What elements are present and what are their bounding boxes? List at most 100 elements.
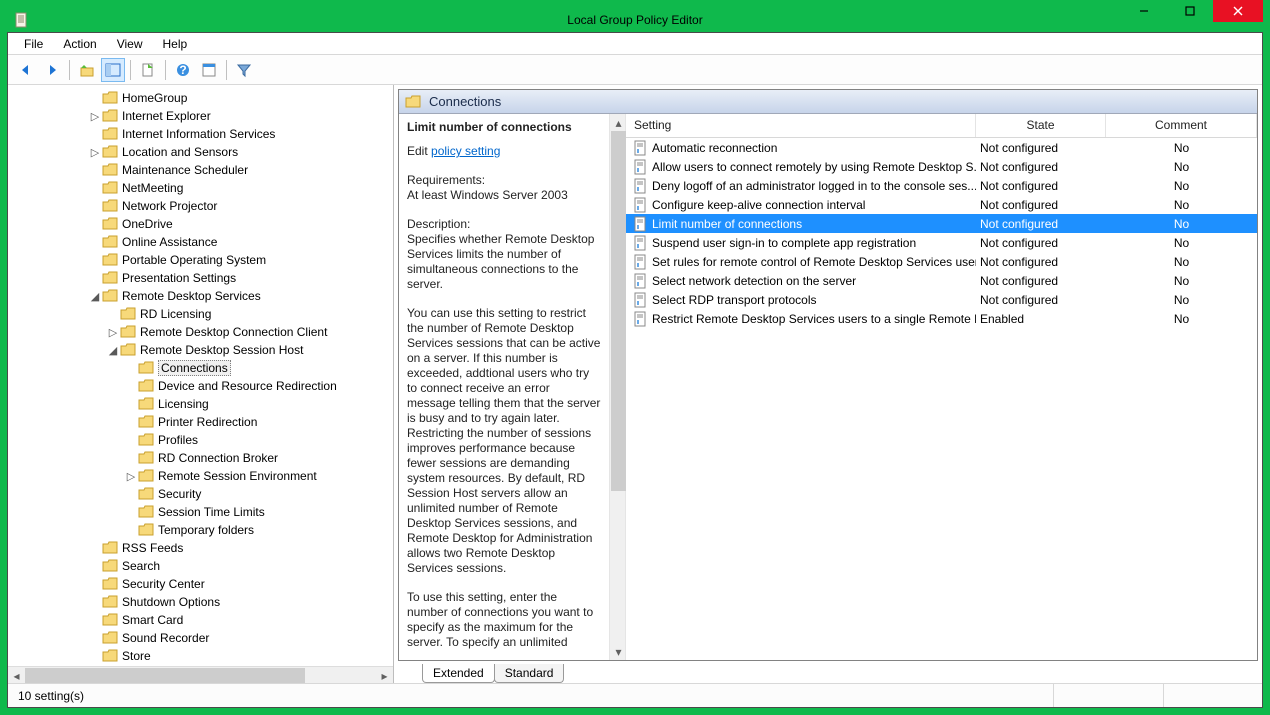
- folder-icon: [138, 361, 154, 375]
- tree-item[interactable]: Security Center: [12, 575, 393, 593]
- tree-item[interactable]: Security: [12, 485, 393, 503]
- tree-item[interactable]: ◢Remote Desktop Session Host: [12, 341, 393, 359]
- tree-item[interactable]: Store: [12, 647, 393, 665]
- tree-item[interactable]: HomeGroup: [12, 89, 393, 107]
- tree-item[interactable]: Connections: [12, 359, 393, 377]
- edit-policy-link[interactable]: policy setting: [431, 144, 500, 158]
- menu-action[interactable]: Action: [53, 35, 106, 53]
- expand-icon[interactable]: ▷: [88, 110, 102, 123]
- tree-item[interactable]: NetMeeting: [12, 179, 393, 197]
- tree-item[interactable]: RD Licensing: [12, 305, 393, 323]
- tree-item-label: Store: [122, 649, 151, 663]
- export-button[interactable]: [136, 58, 160, 82]
- tree-item[interactable]: Presentation Settings: [12, 269, 393, 287]
- tree-item[interactable]: Shutdown Options: [12, 593, 393, 611]
- tree-item[interactable]: RSS Feeds: [12, 539, 393, 557]
- tree-item[interactable]: Temporary folders: [12, 521, 393, 539]
- tab-standard[interactable]: Standard: [494, 664, 565, 683]
- setting-state: Not configured: [976, 274, 1106, 288]
- folder-icon: [120, 343, 136, 357]
- tree-item[interactable]: ▷Location and Sensors: [12, 143, 393, 161]
- list-row[interactable]: Set rules for remote control of Remote D…: [626, 252, 1257, 271]
- tree-item[interactable]: ▷Internet Explorer: [12, 107, 393, 125]
- tree-item[interactable]: Sound Recorder: [12, 629, 393, 647]
- policy-icon: [632, 292, 648, 308]
- list-row[interactable]: Suspend user sign-in to complete app reg…: [626, 233, 1257, 252]
- folder-icon: [102, 127, 118, 141]
- expand-icon[interactable]: ◢: [88, 290, 102, 303]
- tree-item[interactable]: Online Assistance: [12, 233, 393, 251]
- tree-item[interactable]: Session Time Limits: [12, 503, 393, 521]
- tree-item[interactable]: Printer Redirection: [12, 413, 393, 431]
- tree-item-label: HomeGroup: [122, 91, 187, 105]
- list-row[interactable]: Restrict Remote Desktop Services users t…: [626, 309, 1257, 328]
- tree-item[interactable]: OneDrive: [12, 215, 393, 233]
- scroll-thumb[interactable]: [611, 131, 626, 491]
- tree-item-label: OneDrive: [122, 217, 173, 231]
- scroll-up-arrow[interactable]: ▴: [610, 114, 627, 131]
- menu-file[interactable]: File: [14, 35, 53, 53]
- tree-item-label: Search: [122, 559, 160, 573]
- tree-item-label: RD Connection Broker: [158, 451, 278, 465]
- tab-extended[interactable]: Extended: [422, 664, 495, 683]
- list-row[interactable]: Select RDP transport protocolsNot config…: [626, 290, 1257, 309]
- filter-button[interactable]: [232, 58, 256, 82]
- forward-button[interactable]: [40, 58, 64, 82]
- scroll-left-arrow[interactable]: ◂: [8, 667, 25, 684]
- vertical-scrollbar[interactable]: ▴ ▾: [609, 114, 626, 660]
- minimize-button[interactable]: [1121, 0, 1167, 22]
- expand-icon[interactable]: ▷: [124, 470, 138, 483]
- help-button[interactable]: ?: [171, 58, 195, 82]
- list-row[interactable]: Automatic reconnectionNot configuredNo: [626, 138, 1257, 157]
- setting-name: Deny logoff of an administrator logged i…: [652, 179, 976, 193]
- list-row[interactable]: Deny logoff of an administrator logged i…: [626, 176, 1257, 195]
- titlebar[interactable]: Local Group Policy Editor: [7, 7, 1263, 32]
- col-setting[interactable]: Setting: [626, 114, 976, 137]
- list-row[interactable]: Allow users to connect remotely by using…: [626, 157, 1257, 176]
- horizontal-scrollbar[interactable]: ◂ ▸: [8, 666, 393, 683]
- tree-item[interactable]: ▷Remote Session Environment: [12, 467, 393, 485]
- folder-icon: [102, 145, 118, 159]
- tree-item[interactable]: Network Projector: [12, 197, 393, 215]
- expand-icon[interactable]: ◢: [106, 344, 120, 357]
- expand-icon[interactable]: ▷: [88, 146, 102, 159]
- col-comment[interactable]: Comment: [1106, 114, 1257, 137]
- list-row[interactable]: Limit number of connectionsNot configure…: [626, 214, 1257, 233]
- tree-item[interactable]: Licensing: [12, 395, 393, 413]
- setting-comment: No: [1106, 255, 1257, 269]
- setting-comment: No: [1106, 274, 1257, 288]
- folder-icon: [138, 487, 154, 501]
- tree-item[interactable]: Device and Resource Redirection: [12, 377, 393, 395]
- tree-item[interactable]: Profiles: [12, 431, 393, 449]
- menu-help[interactable]: Help: [153, 35, 198, 53]
- tree-item[interactable]: ▷Remote Desktop Connection Client: [12, 323, 393, 341]
- menu-view[interactable]: View: [107, 35, 153, 53]
- app-window: Local Group Policy Editor File Action Vi…: [0, 0, 1270, 715]
- tree-item[interactable]: ◢Remote Desktop Services: [12, 287, 393, 305]
- expand-icon[interactable]: ▷: [106, 326, 120, 339]
- scroll-down-arrow[interactable]: ▾: [610, 643, 627, 660]
- scroll-thumb[interactable]: [25, 668, 305, 683]
- close-button[interactable]: [1213, 0, 1263, 22]
- properties-button[interactable]: [197, 58, 221, 82]
- tree[interactable]: HomeGroup ▷Internet ExplorerInternet Info…: [8, 85, 393, 666]
- scroll-right-arrow[interactable]: ▸: [376, 667, 393, 684]
- list-rows[interactable]: Automatic reconnectionNot configuredNoAl…: [626, 138, 1257, 660]
- tree-item[interactable]: RD Connection Broker: [12, 449, 393, 467]
- list-row[interactable]: Configure keep-alive connection interval…: [626, 195, 1257, 214]
- tree-item[interactable]: Maintenance Scheduler: [12, 161, 393, 179]
- status-bar: 10 setting(s): [8, 683, 1262, 707]
- up-button[interactable]: [75, 58, 99, 82]
- desc-text-2: You can use this setting to restrict the…: [407, 306, 601, 576]
- folder-icon: [120, 307, 136, 321]
- back-button[interactable]: [14, 58, 38, 82]
- col-state[interactable]: State: [976, 114, 1106, 137]
- maximize-button[interactable]: [1167, 0, 1213, 22]
- show-hide-tree-button[interactable]: [101, 58, 125, 82]
- tree-item[interactable]: Search: [12, 557, 393, 575]
- tree-item[interactable]: Internet Information Services: [12, 125, 393, 143]
- setting-comment: No: [1106, 217, 1257, 231]
- tree-item[interactable]: Portable Operating System: [12, 251, 393, 269]
- list-row[interactable]: Select network detection on the serverNo…: [626, 271, 1257, 290]
- tree-item[interactable]: Smart Card: [12, 611, 393, 629]
